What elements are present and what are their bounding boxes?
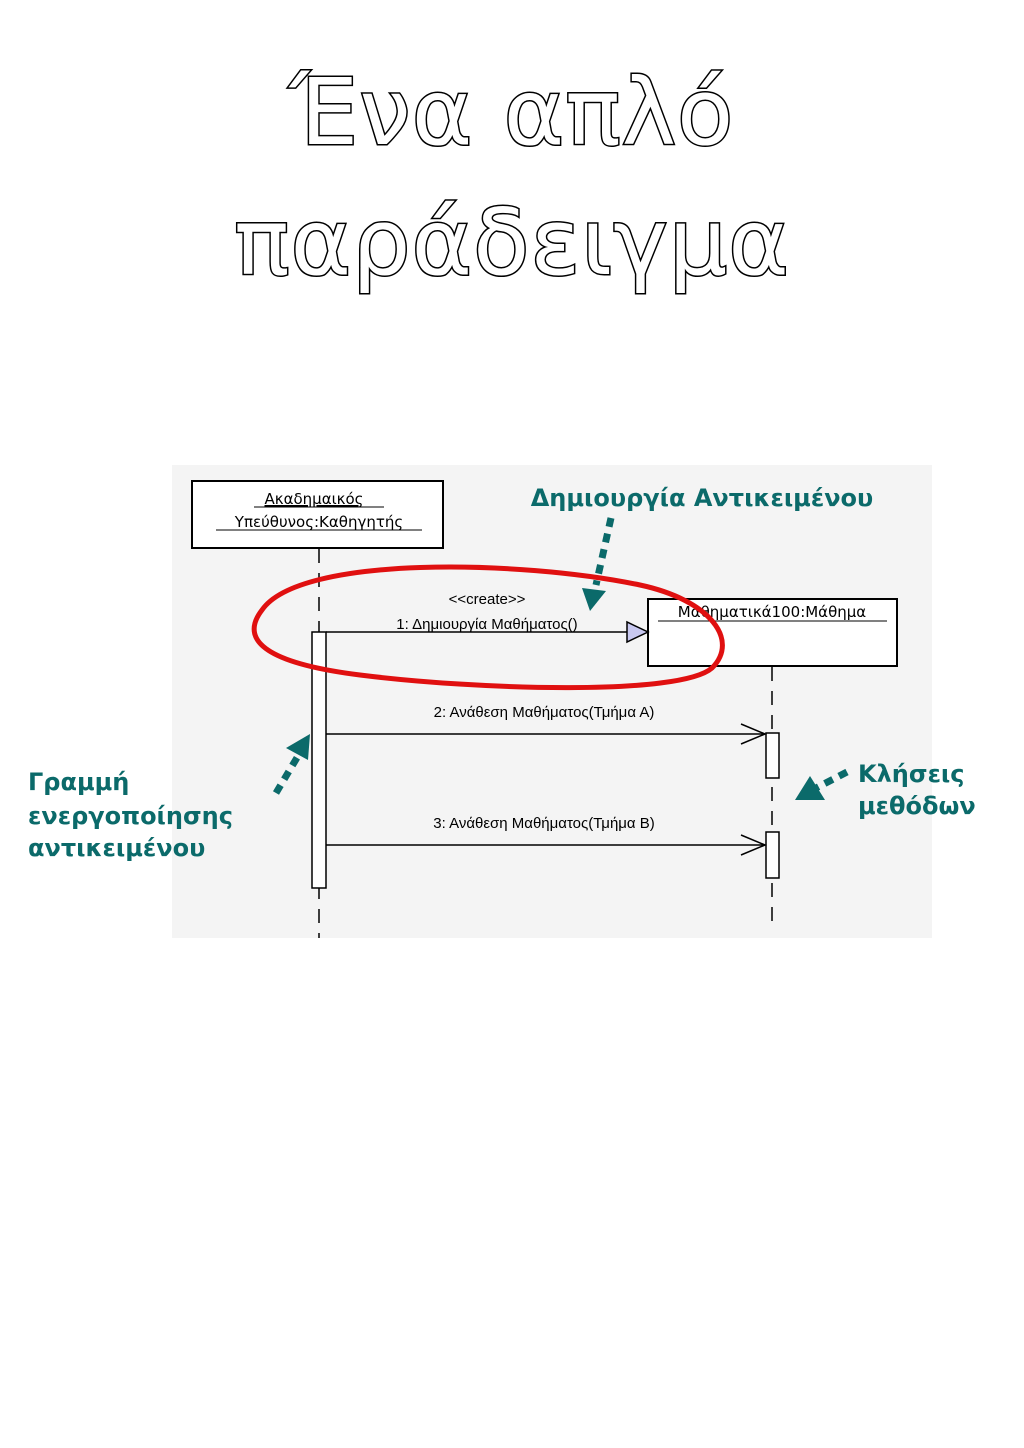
target-activation-bar-1 [765,732,780,779]
slide: Ένα απλό παράδειγμα Ακαδημαικός Υπεύθυνο… [0,0,1024,1448]
annotation-activation-line1: Γραμμή [28,768,129,796]
annotation-create-label: Δημιουργία Αντικειμένου [531,484,874,512]
create-stereotype-label: <<create>> [449,591,526,608]
annotation-calls-arrowhead-icon [795,776,825,800]
message-3-label: 3: Ανάθεση Μαθήματος(Τμήμα Β) [433,815,655,832]
annotation-activation-line3: αντικειμένου [28,834,205,862]
target-activation-bar-2 [765,831,780,879]
sequence-diagram: Ακαδημαικός Υπεύθυνος:Καθηγητής Μαθηματι… [28,480,976,938]
message-2-label: 2: Ανάθεση Μαθήματος(Τμήμα Α) [434,704,655,721]
annotation-activation-arrow-line [272,754,302,795]
actor-object-name-line2: Υπεύθυνος:Καθηγητής [234,513,403,531]
annotation-create-arrow-line [592,517,615,586]
create-arrowhead-icon [626,620,650,644]
message-1-label: 1: Δημιουργία Μαθήματος() [396,616,577,633]
annotation-create-arrowhead-icon [582,588,606,611]
actor-object-name-line1: Ακαδημαικός [264,490,363,508]
annotation-calls-line1: Κλήσεις [858,760,965,788]
annotation-calls-arrow-line [814,768,849,792]
annotation-calls-line2: μεθόδων [858,792,976,820]
annotation-activation-line2: ενεργοποίησης [28,802,233,830]
annotation-activation-arrowhead-icon [286,734,310,760]
